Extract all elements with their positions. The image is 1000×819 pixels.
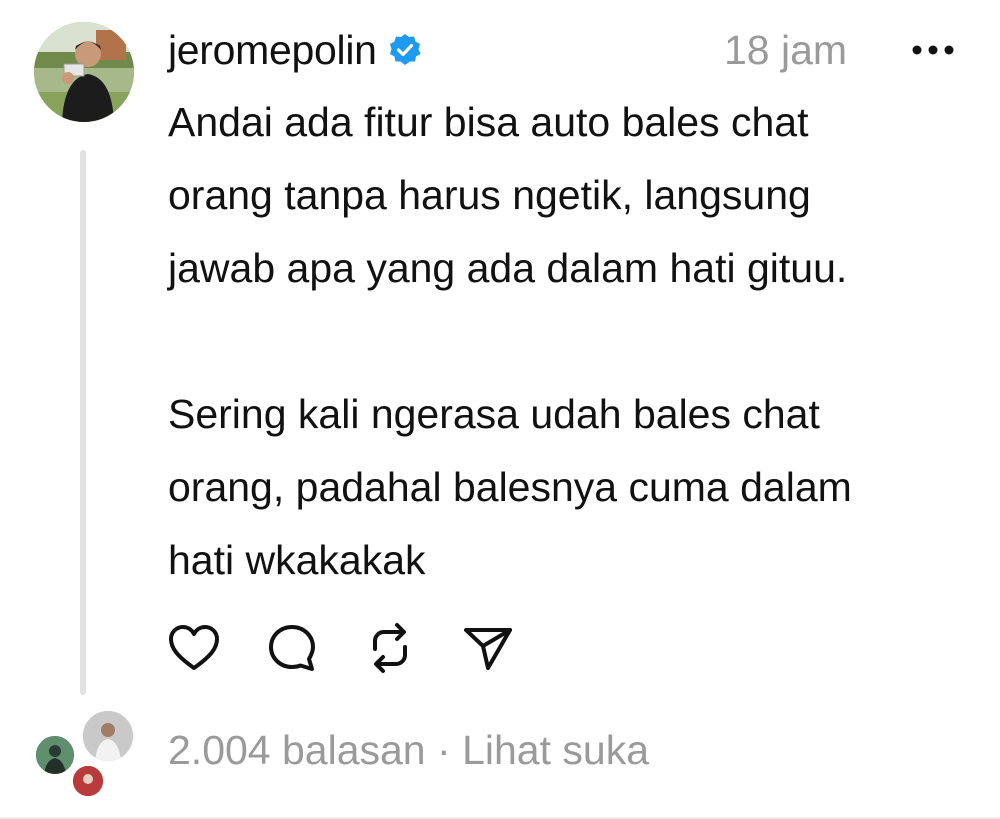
thread-post: jeromepolin 18 jam Andai ada fitur bisa … — [0, 0, 1000, 819]
author-avatar[interactable] — [34, 22, 134, 122]
heart-icon[interactable] — [166, 620, 222, 676]
post-body-text: Andai ada fitur bisa auto bales chat ora… — [168, 99, 852, 583]
view-likes-link[interactable]: Lihat suka — [462, 727, 649, 773]
verified-badge-icon — [387, 32, 423, 68]
post-timestamp: 18 jam — [724, 27, 848, 73]
thread-line — [80, 150, 86, 695]
replier-avatar — [33, 733, 77, 777]
post-stats: 2.004 balasan · Lihat suka — [168, 720, 649, 780]
username[interactable]: jeromepolin — [168, 27, 377, 74]
repost-icon[interactable] — [362, 620, 418, 676]
replier-avatar — [80, 708, 136, 764]
replier-avatar — [70, 763, 106, 799]
replies-count-link[interactable]: 2.004 balasan — [168, 727, 426, 773]
post-header: jeromepolin — [168, 22, 423, 78]
more-options-icon[interactable] — [905, 22, 961, 78]
stats-separator: · — [437, 727, 451, 773]
share-icon[interactable] — [460, 620, 516, 676]
comment-icon[interactable] — [264, 620, 320, 676]
post-actions — [166, 612, 558, 684]
